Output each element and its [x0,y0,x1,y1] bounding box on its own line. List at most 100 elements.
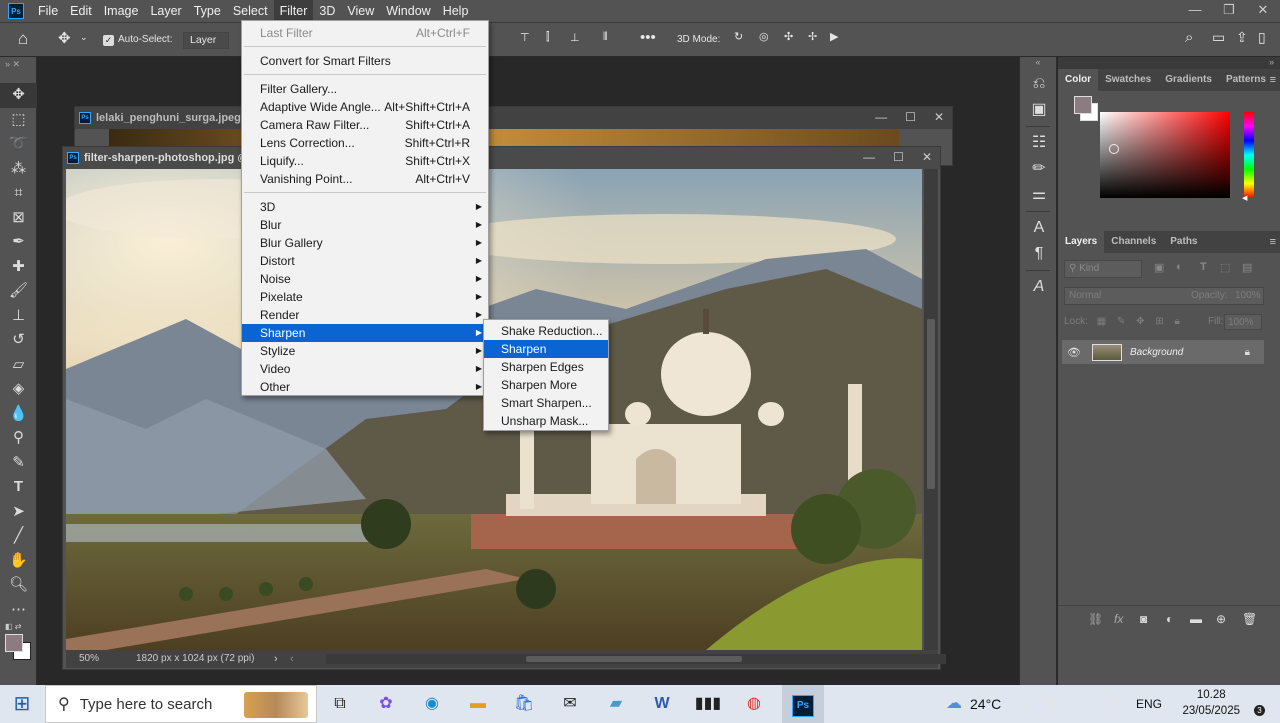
tab-swatches[interactable]: Swatches [1098,69,1158,91]
pan-3d-icon[interactable]: ✣ [784,30,793,43]
pen-tool-icon[interactable]: ✎ [0,451,37,476]
auto-select-checkbox[interactable]: ✓ [103,33,114,46]
minimize-icon[interactable]: — [863,150,875,164]
hue-slider[interactable]: ◀ [1242,112,1254,202]
vertical-scroll-thumb[interactable] [927,319,935,489]
type-tool-icon[interactable]: T [0,475,37,500]
vertical-scrollbar[interactable] [924,169,938,650]
add-mask-icon[interactable]: ◙ [1140,612,1147,626]
menu-help[interactable]: Help [437,0,475,22]
hue-slider-handle[interactable]: ◀ [1242,194,1247,202]
menu-item-convert-smart-filters[interactable]: Convert for Smart Filters [242,52,488,70]
blur-tool-icon[interactable]: 💧 [0,402,37,427]
menu-item-filter-1[interactable]: Adaptive Wide Angle... Alt+Shift+Ctrl+A [242,98,488,116]
taskbar-search[interactable]: ⚲ Type here to search [45,685,317,723]
weather-temperature[interactable]: 24°C [970,696,1001,712]
filter-adjustment-icon[interactable]: ◐ [1176,261,1183,273]
word-icon[interactable]: W [648,692,676,716]
color-picker-field[interactable] [1100,112,1230,198]
dodge-tool-icon[interactable]: ⚲ [0,426,37,451]
auto-select-target-dropdown[interactable]: Layer [183,32,229,49]
fill-value[interactable]: 100% [1224,314,1262,330]
menu-image[interactable]: Image [98,0,145,22]
camera-3d-icon[interactable]: ▶ [830,30,838,43]
horizontal-scrollbar[interactable] [326,654,946,664]
filter-smart-object-icon[interactable]: ▤ [1242,261,1252,274]
weather-cloud-icon[interactable]: ☁ [940,692,968,716]
foreground-color-swatch[interactable] [5,634,23,652]
collapse-panels-icon[interactable]: » [1058,57,1280,69]
filter-type-icon[interactable]: T [1200,261,1207,273]
wifi-icon[interactable]: ⌔ [1088,695,1100,711]
file-explorer-icon[interactable]: ▬ [464,692,492,716]
network-icon[interactable]: ⊛ [1045,695,1056,711]
minimize-icon[interactable]: — [875,110,887,124]
system-clock[interactable]: 10.28 23/05/2025 [1182,687,1240,719]
menu-select[interactable]: Select [227,0,274,22]
volume-icon[interactable]: 🕪︎ [1110,695,1118,711]
layer-name[interactable]: Background [1130,347,1183,358]
hand-tool-icon[interactable]: ✋ [0,549,37,574]
audio-app-icon[interactable]: ▮▮▮ [694,692,722,716]
windows-start-icon[interactable]: ⊞ [8,692,36,716]
zoom-tool-icon[interactable]: 🔍︎ [0,573,37,598]
more-tools-icon[interactable]: ⋯ [0,598,37,623]
tab-patterns[interactable]: Patterns [1219,69,1273,91]
new-layer-icon[interactable]: ⊕ [1216,612,1226,626]
move-tool-icon[interactable]: ✥ [58,29,71,47]
brush-tool-icon[interactable]: 🖌 [0,279,37,304]
document-tab-back[interactable]: Ps lelaki_penghuni_surga.jpeg @ [75,107,952,129]
menu-type[interactable]: Type [188,0,227,22]
close-icon[interactable]: ✕ [934,110,944,124]
orbit-3d-icon[interactable]: ↻ [734,30,743,43]
menu-item-submenu-3d[interactable]: 3D ▶ [242,198,488,216]
layer-row-background[interactable]: 👁︎ Background 🔒︎ [1062,340,1264,364]
notepad-icon[interactable]: ▰ [602,692,630,716]
adjustment-layer-icon[interactable]: ◐ [1166,612,1173,626]
healing-brush-tool-icon[interactable]: ✚ [0,255,37,280]
collapse-dock-icon[interactable]: « [1020,57,1056,71]
menu-item-submenu-render[interactable]: Render ▶ [242,306,488,324]
panel-foreground-swatch[interactable] [1074,96,1092,114]
roll-3d-icon[interactable]: ◎ [759,30,769,43]
align-bottom-icon[interactable]: ⊥ [570,31,580,44]
glyphs-panel-icon[interactable]: A [1020,274,1058,300]
menu-item-submenu-blur[interactable]: Blur ▶ [242,216,488,234]
collapse-toolbar-icon[interactable]: » ✕ [0,57,36,83]
document-tab-front[interactable]: Ps filter-sharpen-photoshop.jpg @ [63,147,940,169]
menu-item-filter-0[interactable]: Filter Gallery... [242,80,488,98]
lock-pixels-icon[interactable]: ▦ [1097,316,1106,327]
clone-stamp-tool-icon[interactable]: ⊥ [0,304,37,329]
photoshop-taskbar-icon[interactable]: Ps [782,685,824,723]
new-group-icon[interactable]: ▬ [1190,612,1202,626]
sharpen-item-sharpen-edges[interactable]: Sharpen Edges [484,358,608,376]
status-menu-chevron-icon[interactable]: › [274,650,278,668]
sharpen-item-sharpen[interactable]: Sharpen [484,340,608,358]
align-top-icon[interactable]: ⊤ [520,31,530,44]
tab-color[interactable]: Color [1058,69,1099,91]
copilot-icon[interactable]: ✿ [372,692,400,716]
magic-wand-tool-icon[interactable]: ⁂ [0,157,37,182]
menu-3d[interactable]: 3D [313,0,341,22]
sharpen-item-unsharp-mask[interactable]: Unsharp Mask... [484,412,608,430]
chevron-down-icon[interactable]: ⌄ [80,32,88,43]
color-picker-cursor[interactable] [1109,144,1119,154]
distribute-icon[interactable]: ⫴ [603,31,608,44]
menu-item-filter-5[interactable]: Vanishing Point... Alt+Ctrl+V [242,170,488,188]
menu-layer[interactable]: Layer [144,0,187,22]
align-middle-icon[interactable]: ⫿ [546,31,550,44]
tab-paths[interactable]: Paths [1163,231,1204,253]
menu-item-submenu-noise[interactable]: Noise ▶ [242,270,488,288]
menu-item-filter-3[interactable]: Lens Correction... Shift+Ctrl+R [242,134,488,152]
eraser-tool-icon[interactable]: ▱ [0,353,37,378]
maximize-icon[interactable]: ☐ [905,110,916,124]
history-brush-tool-icon[interactable]: ↺ [0,328,37,353]
close-icon[interactable]: ✕ [922,150,932,164]
show-hidden-icons-icon[interactable]: ∧ [1022,695,1032,711]
panel-layout-icon[interactable]: ▯ [1258,29,1266,46]
share-icon[interactable]: ⇪ [1236,29,1248,46]
layer-filter-dropdown[interactable]: ⚲ Kind [1064,260,1142,278]
menu-item-submenu-distort[interactable]: Distort ▶ [242,252,488,270]
maximize-icon[interactable]: ☐ [893,150,904,164]
libraries-panel-icon[interactable]: ▣ [1020,97,1058,123]
